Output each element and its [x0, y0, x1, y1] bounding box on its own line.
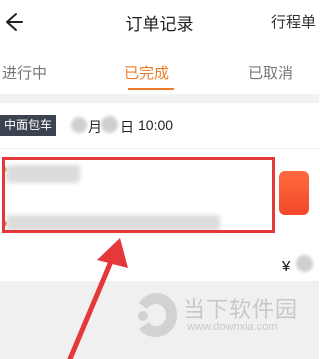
order-price: ¥ — [282, 258, 291, 275]
watermark-url: www.downxia.com — [187, 321, 278, 333]
blurred-day — [101, 116, 118, 133]
tab-cancelled[interactable]: 已取消 — [248, 62, 293, 83]
watermark-name: 当下软件园 — [183, 297, 299, 322]
order-date-month: 月 — [88, 119, 102, 135]
blurred-price-amount — [296, 255, 313, 272]
watermark-logo-icon — [138, 293, 177, 337]
blurred-month — [71, 117, 87, 133]
tab-in-progress[interactable]: 进行中 — [2, 62, 47, 83]
app-header: 订单记录 行程单 — [0, 0, 319, 44]
section-gap — [0, 94, 319, 103]
order-status-tabs: 进行中 已完成 已取消 — [0, 44, 319, 94]
itinerary-button[interactable]: 行程单 — [271, 11, 316, 32]
order-time: 10:00 — [138, 117, 174, 133]
active-tab-indicator — [128, 88, 174, 90]
highlight-annotation-box — [2, 157, 275, 233]
status-chip — [279, 171, 309, 215]
watermark: 当下软件园 www.downxia.com — [131, 288, 301, 344]
vehicle-type-badge: 中面包车 — [0, 115, 57, 136]
order-date-day: 日 — [120, 119, 134, 135]
card-divider — [0, 148, 319, 149]
tab-completed[interactable]: 已完成 — [124, 62, 169, 83]
